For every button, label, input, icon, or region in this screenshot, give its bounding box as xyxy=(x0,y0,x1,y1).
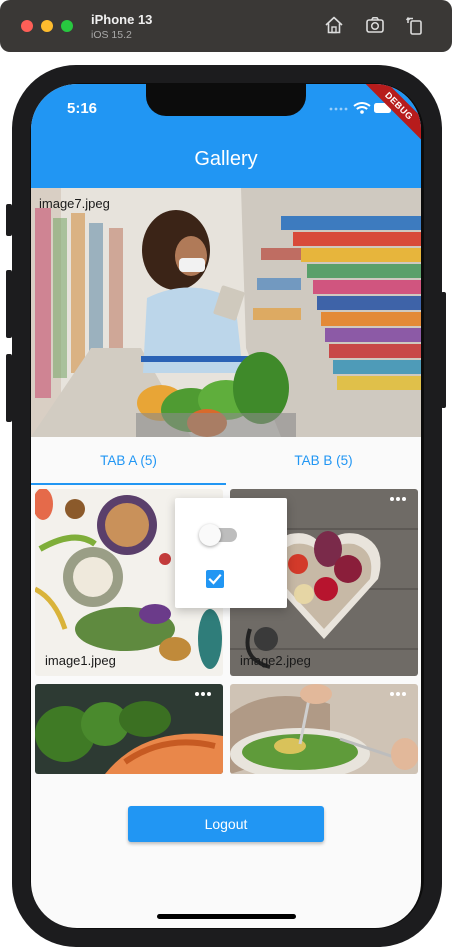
tab-bar: TAB A (5) TAB B (5) xyxy=(31,437,421,485)
more-options-icon[interactable] xyxy=(195,688,215,700)
tab-indicator xyxy=(31,483,226,485)
simulator-toolbar: iPhone 13 iOS 15.2 xyxy=(0,0,452,52)
screenshot-icon[interactable] xyxy=(364,14,386,36)
home-indicator[interactable] xyxy=(157,914,296,919)
minimize-window-button[interactable] xyxy=(41,20,53,32)
wifi-icon xyxy=(353,102,371,114)
more-options-icon[interactable] xyxy=(390,688,410,700)
app-screen: 5:16 DEBUG Gallery image7.jpeg TAB A (5)… xyxy=(31,84,421,928)
signal-icon xyxy=(329,107,348,111)
tile-caption: image1.jpeg xyxy=(45,653,116,668)
volume-up-button xyxy=(6,270,12,338)
checkbox[interactable] xyxy=(206,570,224,588)
camera-notch xyxy=(146,84,306,116)
options-popup-menu xyxy=(175,498,287,608)
grocery-aisle-photo xyxy=(31,188,421,437)
tab-a[interactable]: TAB A (5) xyxy=(31,437,226,485)
close-window-button[interactable] xyxy=(21,20,33,32)
power-button xyxy=(441,292,446,408)
rotate-icon[interactable] xyxy=(404,14,426,36)
zoom-window-button[interactable] xyxy=(61,20,73,32)
status-icons xyxy=(329,102,393,114)
gallery-tile-3[interactable] xyxy=(35,684,223,774)
check-icon xyxy=(208,573,222,585)
toggle-switch-thumb[interactable] xyxy=(199,524,221,546)
status-time: 5:16 xyxy=(67,100,98,117)
more-options-icon[interactable] xyxy=(390,493,410,505)
hero-image[interactable]: image7.jpeg xyxy=(31,188,421,437)
tab-b[interactable]: TAB B (5) xyxy=(226,437,421,485)
page-title: Gallery xyxy=(194,148,258,170)
gallery-tile-4[interactable] xyxy=(230,684,418,774)
simulator-os-version: iOS 15.2 xyxy=(91,29,132,41)
volume-down-button xyxy=(6,354,12,422)
simulator-device-name: iPhone 13 xyxy=(91,12,153,27)
mute-switch xyxy=(6,204,12,236)
debug-banner: DEBUG xyxy=(350,84,421,155)
home-icon[interactable] xyxy=(323,14,345,36)
tile-caption: image2.jpeg xyxy=(240,653,311,668)
app-bar: 5:16 DEBUG Gallery xyxy=(31,84,421,188)
hero-caption: image7.jpeg xyxy=(39,196,110,211)
logout-button[interactable]: Logout xyxy=(128,806,324,842)
